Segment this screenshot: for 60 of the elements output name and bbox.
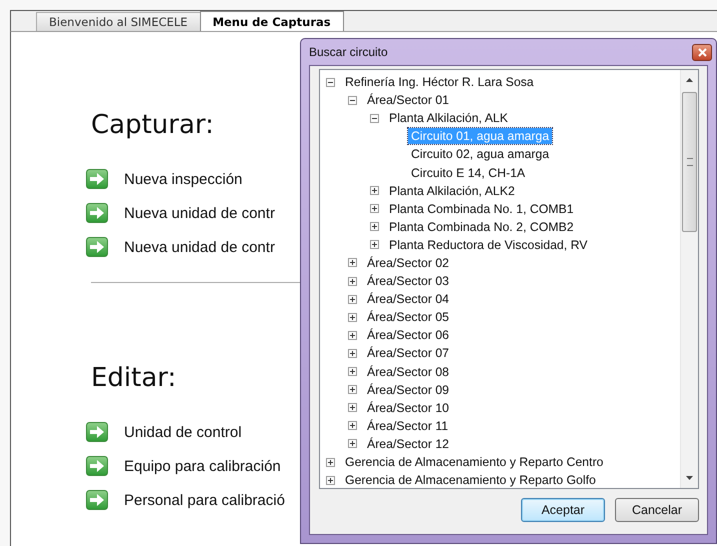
tree-item[interactable]: Planta Alkilación, ALK2 [386, 182, 518, 199]
close-button[interactable] [692, 44, 712, 60]
expand-icon[interactable] [348, 294, 357, 304]
expand-icon[interactable] [370, 186, 379, 196]
expand-icon[interactable] [370, 204, 379, 214]
expand-icon[interactable] [348, 421, 357, 430]
tree-item[interactable]: Planta Alkilación, ALK [386, 110, 511, 126]
tree-item[interactable]: Área/Sector 12 [364, 436, 452, 452]
cancel-button[interactable]: Cancelar [615, 498, 699, 522]
expand-icon[interactable] [348, 330, 357, 340]
tree-item[interactable]: Área/Sector 08 [364, 364, 452, 380]
expand-icon[interactable] [348, 385, 357, 394]
menu-link[interactable]: Nueva unidad de contr [124, 238, 275, 256]
tree-item[interactable]: Gerencia de Almacenamiento y Reparto Centro [342, 454, 606, 470]
tree-item[interactable]: Área/Sector 02 [364, 254, 452, 271]
tree-item[interactable]: Circuito E 14, CH-1A [408, 164, 528, 181]
tab[interactable]: Bienvenido al SIMECELE [36, 12, 201, 31]
tree-item[interactable]: Área/Sector 06 [364, 327, 452, 344]
tree-item[interactable]: Planta Reductora de Viscosidad, RV [386, 236, 590, 253]
menu-link[interactable]: Nueva inspección [124, 170, 242, 188]
expand-icon[interactable] [348, 348, 357, 358]
tree-item[interactable]: Área/Sector 07 [364, 345, 452, 362]
expand-icon[interactable] [348, 276, 357, 286]
tree-item[interactable]: Circuito 02, agua amarga [408, 146, 552, 162]
tree-item[interactable]: Área/Sector 01 [364, 92, 452, 108]
expand-icon[interactable] [348, 403, 357, 412]
tree-item[interactable]: Gerencia de Almacenamiento y Reparto Golfo [342, 472, 599, 488]
menu-link[interactable]: Equipo para calibración [124, 458, 281, 474]
scroll-up-icon[interactable] [686, 78, 693, 82]
expand-icon[interactable] [348, 439, 357, 448]
tree-item[interactable]: Área/Sector 04 [364, 291, 452, 308]
expand-icon[interactable] [370, 240, 379, 250]
collapse-icon[interactable] [348, 96, 357, 105]
tree-item[interactable]: Área/Sector 11 [364, 418, 452, 434]
tab[interactable]: Menu de Capturas [200, 11, 344, 31]
dialog-title: Buscar circuito [309, 45, 388, 59]
expand-icon[interactable] [326, 458, 335, 467]
tree-item[interactable]: Área/Sector 10 [364, 400, 452, 416]
menu-link[interactable]: Nueva unidad de contr [124, 204, 275, 222]
tree-item[interactable]: Refinería Ing. Héctor R. Lara Sosa [342, 74, 537, 90]
expand-icon[interactable] [370, 222, 379, 232]
tree-item[interactable]: Área/Sector 09 [364, 382, 452, 398]
menu-link[interactable]: Personal para calibració [124, 492, 285, 508]
collapse-icon[interactable] [326, 78, 335, 87]
section-heading: Editar: [91, 363, 176, 393]
scroll-down-icon[interactable] [686, 476, 693, 480]
tree-item[interactable]: Área/Sector 05 [364, 309, 452, 326]
menu-link[interactable]: Unidad de control [124, 424, 242, 440]
collapse-icon[interactable] [370, 114, 379, 123]
expand-icon[interactable] [348, 367, 357, 376]
expand-icon[interactable] [348, 258, 357, 268]
accept-button[interactable]: Aceptar [521, 498, 605, 522]
close-icon [698, 48, 706, 56]
scrollbar[interactable] [680, 70, 698, 488]
tree-item[interactable]: Área/Sector 03 [364, 273, 452, 290]
expand-icon[interactable] [348, 312, 357, 322]
section-heading: Capturar: [91, 110, 214, 140]
tree-item[interactable]: Planta Combinada No. 1, COMB1 [386, 200, 577, 217]
tree-item[interactable]: Planta Combinada No. 2, COMB2 [386, 218, 577, 235]
expand-icon[interactable] [326, 476, 335, 485]
